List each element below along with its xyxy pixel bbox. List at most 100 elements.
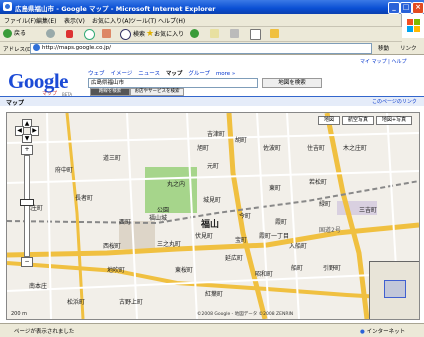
address-input[interactable]: http://maps.google.co.jp/ bbox=[30, 43, 372, 54]
zoom-slider-track[interactable] bbox=[24, 155, 30, 257]
map-label: 古野上町 bbox=[119, 299, 144, 306]
windows-logo-icon bbox=[401, 14, 424, 38]
map-label: 木之庄町 bbox=[343, 145, 368, 152]
map-label: 宝町 bbox=[235, 237, 248, 244]
menu-view[interactable]: 表示(V) bbox=[64, 16, 85, 25]
title-bar: 広島県福山市 - Google マップ - Microsoft Internet… bbox=[0, 0, 424, 14]
tab-route[interactable]: 路線を検索 bbox=[90, 88, 130, 96]
map-label: 東桜町 bbox=[175, 267, 194, 274]
map-label: 府中町 bbox=[55, 167, 74, 174]
overview-map[interactable] bbox=[369, 261, 419, 319]
close-button[interactable]: × bbox=[412, 2, 424, 14]
map-label: 昭和町 bbox=[255, 271, 274, 278]
map-label: 元町 bbox=[207, 163, 220, 170]
castle-label: 福山城 bbox=[149, 215, 168, 222]
folder-icon bbox=[270, 29, 279, 38]
map-type-satellite[interactable]: 航空写真 bbox=[342, 116, 374, 125]
map-type-map[interactable]: 地図 bbox=[318, 116, 340, 125]
map-label: 丸之内 bbox=[167, 181, 186, 188]
map-label: 松浜町 bbox=[67, 299, 86, 306]
map-label: 住吉町 bbox=[307, 145, 326, 152]
nav-news[interactable]: ニュース bbox=[138, 71, 160, 77]
nav-images[interactable]: イメージ bbox=[110, 71, 132, 77]
home-icon bbox=[102, 29, 111, 38]
top-right-links[interactable]: マイ マップ | ヘルプ bbox=[360, 58, 406, 65]
map-label: 引野町 bbox=[323, 265, 342, 272]
map-label: 旭町 bbox=[197, 145, 210, 152]
forward-arrow-icon bbox=[46, 29, 55, 38]
address-label: アドレス(D) bbox=[3, 47, 34, 53]
google-logo[interactable]: Google bbox=[8, 69, 69, 94]
back-arrow-icon bbox=[3, 29, 12, 38]
mail-button[interactable] bbox=[210, 29, 221, 39]
discuss-button[interactable] bbox=[270, 29, 281, 39]
map-copyright: ©2008 Google - 地図データ ©2008 ZENRIN bbox=[197, 312, 294, 317]
edit-button[interactable] bbox=[250, 29, 263, 40]
menu-bar: ファイル(F) 編集(E) 表示(V) お気に入り(A) ツール(T) ヘルプ(… bbox=[0, 14, 424, 27]
search-icon bbox=[120, 29, 131, 40]
favorites-button[interactable]: ★お気に入り bbox=[146, 29, 184, 39]
nav-web[interactable]: ウェブ bbox=[88, 71, 105, 77]
security-zone: ● インターネット bbox=[360, 329, 406, 335]
map-label: 地吹町 bbox=[107, 267, 126, 274]
zoom-slider-handle[interactable] bbox=[20, 199, 34, 206]
status-bar: ページが表示されました ● インターネット bbox=[0, 323, 424, 337]
go-button[interactable]: 移動 bbox=[378, 44, 389, 52]
menu-help[interactable]: ヘルプ(H) bbox=[158, 16, 185, 25]
status-text: ページが表示されました bbox=[14, 329, 75, 335]
links-button[interactable]: リンク bbox=[400, 44, 417, 52]
maps-section-title: マップ bbox=[6, 100, 25, 107]
map-type-hybrid[interactable]: 地図+写真 bbox=[376, 116, 412, 125]
map-label: 船町 bbox=[291, 265, 304, 272]
menu-file[interactable]: ファイル(F) bbox=[4, 16, 36, 25]
nav-more[interactable]: more » bbox=[216, 71, 235, 77]
back-button[interactable]: 戻る bbox=[3, 29, 26, 39]
menu-edit[interactable]: 編集(E) bbox=[36, 16, 56, 25]
map-label: 胡町 bbox=[235, 137, 248, 144]
refresh-icon bbox=[84, 29, 95, 40]
stop-button[interactable] bbox=[66, 29, 75, 39]
road-label: 国道2号 bbox=[319, 227, 341, 234]
map-label: 緑町 bbox=[319, 201, 332, 208]
forward-button[interactable] bbox=[46, 29, 57, 39]
refresh-button[interactable] bbox=[84, 29, 97, 40]
toolbar: 戻る 検索 ★お気に入り bbox=[0, 27, 402, 42]
map-label: 伏見町 bbox=[195, 233, 214, 240]
menu-tools[interactable]: ツール(T) bbox=[130, 16, 156, 25]
map-search-input[interactable]: 広島県福山市 bbox=[88, 78, 258, 88]
map-label: 霞町一丁目 bbox=[259, 233, 290, 240]
home-button[interactable] bbox=[102, 29, 113, 39]
map-label: 三之丸町 bbox=[157, 241, 182, 248]
history-button[interactable] bbox=[190, 29, 201, 39]
mail-icon bbox=[210, 29, 219, 38]
map-label: 城見町 bbox=[203, 197, 222, 204]
minimize-button[interactable]: _ bbox=[388, 2, 400, 14]
map-label: 東町 bbox=[269, 185, 282, 192]
nav-groups[interactable]: グループ bbox=[188, 71, 210, 77]
pan-down-button[interactable]: ▼ bbox=[22, 134, 32, 143]
map-label: 佐波町 bbox=[263, 145, 282, 152]
overview-viewport[interactable] bbox=[384, 280, 406, 298]
zoom-out-button[interactable]: − bbox=[21, 257, 33, 267]
map-label: 霞町 bbox=[275, 219, 288, 226]
map-label: 入船町 bbox=[289, 243, 308, 250]
pan-control: ▲ ◀ ▶ ▼ bbox=[15, 119, 39, 143]
map-label: 南本庄 bbox=[29, 283, 48, 290]
map-canvas[interactable]: 胡町 旭町 吉津町 佐波町 住吉町 木之庄町 元町 長者町 丸之内 福山 伏見町… bbox=[6, 112, 420, 320]
page-icon bbox=[33, 44, 40, 51]
map-label: 若松町 bbox=[309, 179, 328, 186]
search-button[interactable]: 検索 bbox=[120, 29, 145, 40]
zoom-in-button[interactable]: + bbox=[21, 145, 33, 155]
stop-icon bbox=[66, 29, 73, 38]
map-label: 紅葉町 bbox=[205, 291, 224, 298]
star-icon: ★ bbox=[146, 29, 155, 39]
window-title: 広島県福山市 - Google マップ - Microsoft Internet… bbox=[15, 5, 216, 13]
print-button[interactable] bbox=[230, 29, 241, 39]
scale-bar: 200 m bbox=[11, 311, 28, 317]
maximize-button[interactable]: □ bbox=[400, 2, 412, 14]
menu-favorites[interactable]: お気に入り(A) bbox=[92, 16, 131, 25]
map-search-button[interactable]: 地図を検索 bbox=[262, 78, 322, 88]
link-this-page[interactable]: このページのリンク bbox=[372, 98, 417, 105]
tab-business[interactable]: お店やサービスを検索 bbox=[130, 88, 184, 96]
edit-icon bbox=[250, 29, 261, 40]
